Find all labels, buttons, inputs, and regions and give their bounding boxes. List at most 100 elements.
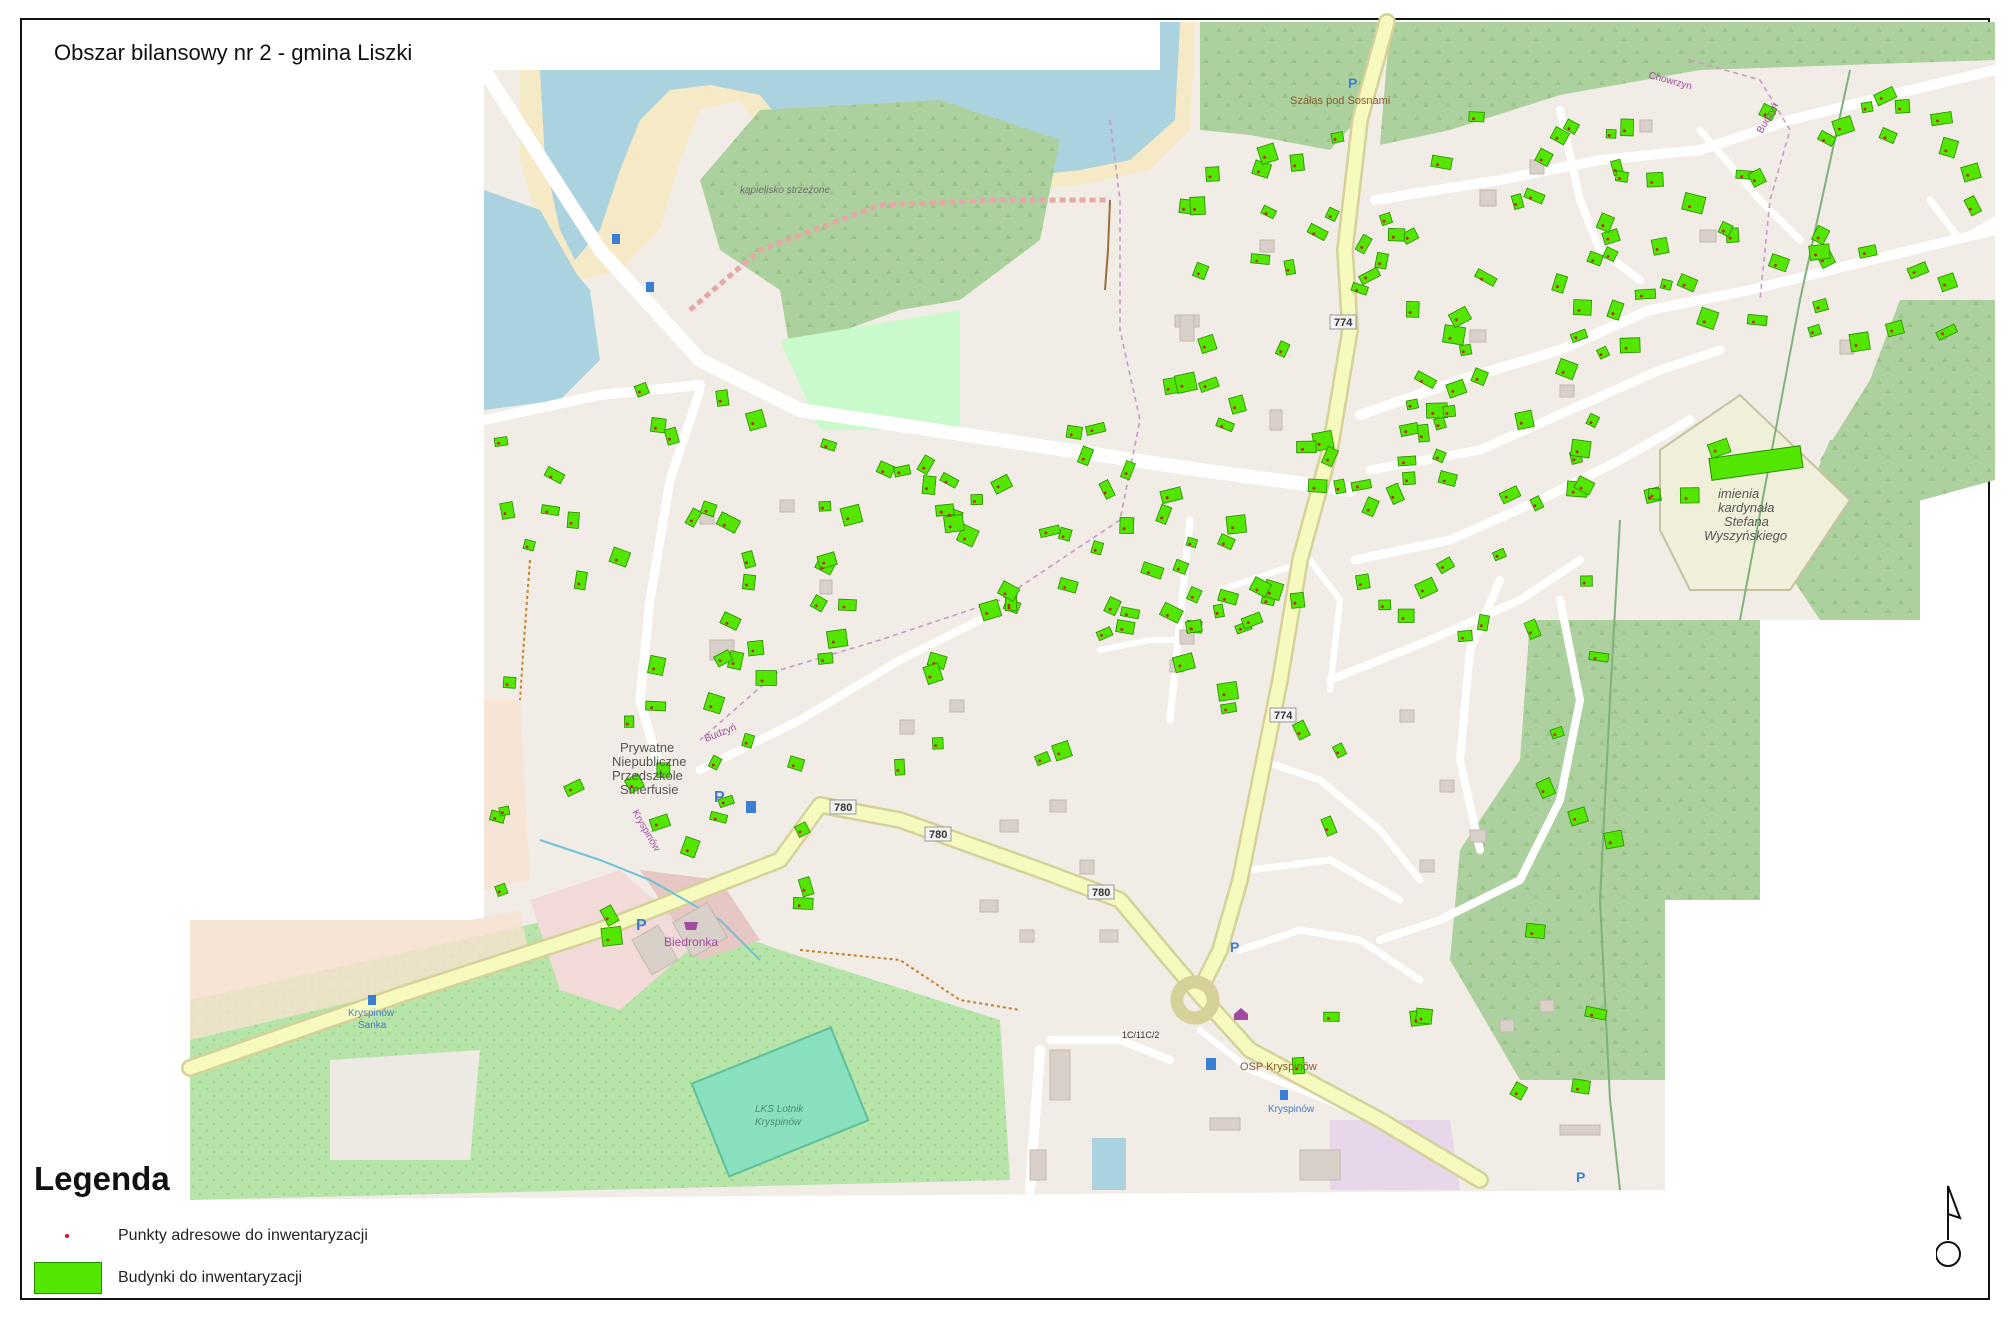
address-point[interactable]	[1222, 693, 1226, 697]
inventory-building[interactable]	[498, 805, 511, 817]
inventory-building[interactable]	[1405, 398, 1420, 411]
address-point[interactable]	[1408, 311, 1412, 314]
address-point[interactable]	[814, 604, 818, 608]
address-point[interactable]	[1231, 526, 1234, 530]
address-point[interactable]	[668, 437, 671, 441]
address-point[interactable]	[1436, 424, 1440, 427]
inventory-building[interactable]	[1289, 153, 1306, 172]
address-point[interactable]	[1606, 237, 1610, 241]
inventory-building[interactable]	[1115, 619, 1136, 635]
address-point[interactable]	[1838, 127, 1841, 131]
inventory-building[interactable]	[1442, 405, 1457, 418]
address-point[interactable]	[1081, 457, 1085, 461]
address-point[interactable]	[1472, 117, 1475, 121]
address-point[interactable]	[1317, 442, 1321, 446]
address-point[interactable]	[928, 675, 932, 679]
address-point[interactable]	[1312, 232, 1316, 236]
inventory-building[interactable]	[1330, 131, 1345, 144]
address-point[interactable]	[1539, 158, 1543, 162]
address-point[interactable]	[1203, 385, 1207, 388]
address-point[interactable]	[1451, 390, 1455, 393]
address-point[interactable]	[798, 830, 802, 834]
address-point[interactable]	[802, 888, 806, 892]
address-point[interactable]	[1890, 329, 1894, 333]
address-point[interactable]	[821, 506, 824, 510]
address-point[interactable]	[1255, 588, 1259, 592]
inventory-building[interactable]	[1378, 599, 1392, 611]
address-point[interactable]	[1461, 636, 1464, 640]
address-point[interactable]	[1577, 309, 1581, 312]
address-point[interactable]	[1382, 219, 1386, 223]
address-point[interactable]	[1648, 496, 1652, 500]
address-point[interactable]	[1122, 527, 1126, 531]
address-point[interactable]	[1263, 155, 1266, 159]
address-point[interactable]	[1419, 435, 1423, 438]
inventory-building[interactable]	[1283, 258, 1297, 276]
address-point[interactable]	[1061, 535, 1065, 538]
address-point[interactable]	[654, 823, 658, 827]
address-point[interactable]	[1327, 1017, 1330, 1020]
address-point[interactable]	[1090, 429, 1094, 433]
address-point[interactable]	[896, 768, 900, 772]
address-point[interactable]	[1436, 163, 1439, 167]
address-point[interactable]	[1328, 215, 1332, 218]
address-point[interactable]	[1607, 134, 1611, 137]
inventory-building[interactable]	[566, 511, 580, 529]
address-point[interactable]	[1530, 932, 1534, 935]
address-point[interactable]	[797, 904, 801, 908]
address-point[interactable]	[751, 422, 754, 425]
address-point[interactable]	[751, 649, 755, 653]
address-point[interactable]	[685, 849, 689, 853]
inventory-building[interactable]	[1065, 424, 1083, 440]
address-point[interactable]	[1297, 732, 1301, 735]
address-point[interactable]	[1380, 605, 1384, 609]
address-point[interactable]	[725, 622, 729, 625]
address-point[interactable]	[925, 487, 928, 490]
address-point[interactable]	[1575, 450, 1579, 454]
address-point[interactable]	[948, 513, 951, 517]
address-point[interactable]	[744, 741, 748, 745]
inventory-building[interactable]	[1634, 288, 1657, 300]
address-point[interactable]	[1069, 433, 1073, 437]
address-point[interactable]	[709, 705, 713, 709]
address-point[interactable]	[881, 470, 884, 474]
address-point[interactable]	[1556, 285, 1559, 289]
address-point[interactable]	[1063, 586, 1066, 589]
address-point[interactable]	[1912, 271, 1916, 274]
address-point[interactable]	[1650, 181, 1654, 184]
inventory-building[interactable]	[1296, 440, 1317, 454]
address-point[interactable]	[731, 662, 735, 665]
inventory-building[interactable]	[493, 436, 509, 448]
address-point[interactable]	[1591, 259, 1594, 263]
address-point[interactable]	[1431, 412, 1435, 415]
inventory-building[interactable]	[1402, 471, 1416, 486]
address-point[interactable]	[1448, 337, 1452, 340]
inventory-building[interactable]	[1119, 517, 1135, 535]
inventory-building[interactable]	[499, 501, 516, 520]
address-point[interactable]	[1495, 554, 1499, 558]
address-point[interactable]	[842, 605, 846, 609]
inventory-building[interactable]	[1930, 111, 1954, 127]
address-point[interactable]	[1264, 600, 1268, 604]
inventory-building[interactable]	[1458, 343, 1473, 357]
address-point[interactable]	[1108, 607, 1112, 611]
address-point[interactable]	[1120, 628, 1124, 631]
address-point[interactable]	[1202, 345, 1206, 349]
inventory-building[interactable]	[817, 652, 834, 665]
address-point[interactable]	[1573, 818, 1576, 821]
inventory-building[interactable]	[1570, 438, 1592, 459]
address-point[interactable]	[1146, 571, 1150, 575]
address-point[interactable]	[605, 917, 609, 921]
address-point[interactable]	[1166, 614, 1169, 617]
address-point[interactable]	[973, 500, 976, 503]
inventory-building[interactable]	[818, 500, 832, 512]
address-point[interactable]	[1480, 277, 1483, 281]
address-point[interactable]	[1713, 449, 1717, 453]
address-point[interactable]	[1702, 320, 1706, 324]
address-point[interactable]	[1325, 828, 1329, 831]
address-point[interactable]	[1435, 456, 1439, 460]
address-point[interactable]	[1541, 790, 1545, 793]
address-point[interactable]	[1125, 613, 1128, 617]
address-point[interactable]	[1475, 378, 1479, 381]
address-point[interactable]	[1336, 751, 1339, 755]
